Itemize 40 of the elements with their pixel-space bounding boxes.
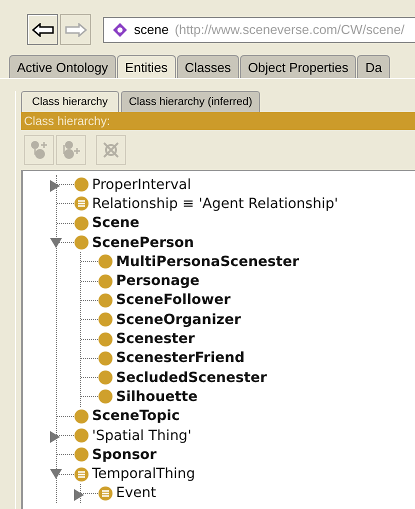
tab[interactable]: Classes <box>176 55 239 78</box>
panel-title: Class hierarchy: <box>24 114 110 128</box>
class-name[interactable]: TemporalThing <box>92 466 196 482</box>
class-name[interactable]: Silhouette <box>116 388 198 405</box>
class-name[interactable]: Scene <box>92 215 140 232</box>
tab[interactable]: Da <box>357 55 390 78</box>
class-name[interactable]: ProperInterval <box>92 176 192 193</box>
class-name[interactable]: Scenester <box>116 331 195 348</box>
class-name[interactable]: Personage <box>116 273 200 290</box>
tab[interactable]: Active Ontology <box>9 55 116 78</box>
address-field[interactable]: scene (http://www.sceneverse.com/CW/scene/ <box>103 16 415 42</box>
class-name[interactable]: SecludedScenester <box>116 370 267 386</box>
class-name[interactable]: SceneOrganizer <box>116 312 241 328</box>
diamond-icon <box>112 22 128 38</box>
right-arrow-icon <box>64 22 86 36</box>
collapse-triangle-icon[interactable] <box>50 469 62 480</box>
class-name[interactable]: Sponsor <box>92 446 157 463</box>
tab[interactable]: Entities <box>117 55 176 78</box>
crossed-node-icon <box>101 140 121 160</box>
expand-triangle-icon[interactable] <box>50 180 60 192</box>
entity-name: scene <box>134 22 169 37</box>
back-button[interactable] <box>27 14 58 45</box>
class-name[interactable]: Event <box>116 485 156 502</box>
tab[interactable]: Class hierarchy <box>21 91 119 112</box>
expand-triangle-icon[interactable] <box>50 430 60 443</box>
class-name[interactable]: 'Spatial Thing' <box>92 428 192 444</box>
tab[interactable]: Class hierarchy (inferred) <box>120 91 260 112</box>
left-arrow-icon <box>32 22 54 36</box>
class-name[interactable]: ScenePerson <box>92 234 194 251</box>
nodes-plus-icon <box>29 140 49 160</box>
entity-iri: (http://www.sceneverse.com/CW/scene/ <box>174 22 404 37</box>
class-name[interactable]: MultiPersonaScenester <box>116 254 299 270</box>
nodes-plus-icon <box>61 140 81 160</box>
expand-triangle-icon[interactable] <box>74 488 84 501</box>
class-name[interactable]: SceneFollower <box>116 292 231 308</box>
class-name[interactable]: Relationship ≡ 'Agent Relationship' <box>92 196 338 212</box>
collapse-triangle-icon[interactable] <box>50 238 62 248</box>
tab[interactable]: Object Properties <box>240 55 356 78</box>
class-name[interactable]: SceneTopic <box>92 408 180 424</box>
class-name[interactable]: ScenesterFriend <box>116 350 245 366</box>
